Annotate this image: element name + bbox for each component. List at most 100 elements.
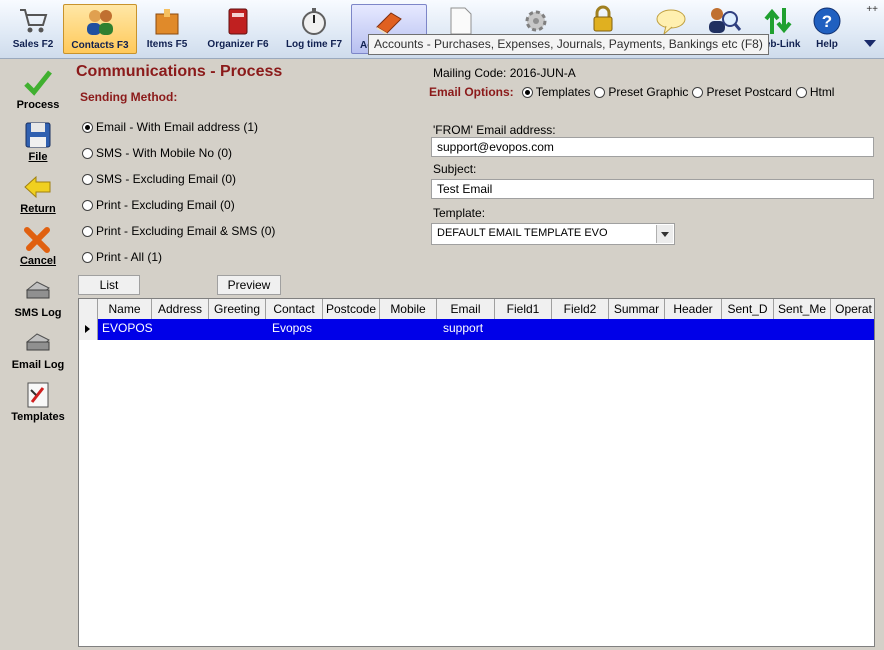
radio-button[interactable] xyxy=(594,86,606,98)
email-option-html[interactable]: Html xyxy=(795,85,835,99)
col-header-field1[interactable]: Field1 xyxy=(495,299,552,319)
user-search-icon[interactable] xyxy=(705,4,743,36)
radio-label: Preset Graphic xyxy=(608,85,689,99)
accounts-tooltip: Accounts - Purchases, Expenses, Journals… xyxy=(368,34,769,55)
mailing-code: Mailing Code: 2016-JUN-A xyxy=(433,66,576,80)
col-header-sent-method[interactable]: Sent_Me xyxy=(774,299,831,319)
stopwatch-icon xyxy=(302,8,326,35)
cancel-button[interactable]: Cancel xyxy=(2,222,74,272)
cell-email: support xyxy=(443,321,484,335)
email-option-preset-graphic[interactable]: Preset Graphic xyxy=(594,85,688,99)
toolbar-customize-marker[interactable]: ++ xyxy=(866,4,878,15)
col-header-name[interactable]: Name xyxy=(98,299,152,319)
subject-label: Subject: xyxy=(433,162,477,176)
col-header-address[interactable]: Address xyxy=(152,299,209,319)
toolbar-items-button[interactable]: Items F5 xyxy=(140,4,194,54)
toolbar-logtime-button[interactable]: Log time F7 xyxy=(284,4,344,54)
from-email-label: 'FROM' Email address: xyxy=(433,123,556,137)
chevron-down-icon[interactable] xyxy=(656,225,673,243)
sidebar-label: Email Log xyxy=(11,359,65,371)
sidebar-label: Process xyxy=(16,99,60,111)
speech-bubble-icon[interactable] xyxy=(654,6,688,36)
sms-log-button[interactable]: SMS Log xyxy=(2,274,74,324)
col-header-sent-date[interactable]: Sent_D xyxy=(722,299,774,319)
sending-option-print-all[interactable]: Print - All (1) xyxy=(82,249,162,265)
organizer-icon xyxy=(228,8,248,35)
file-button[interactable]: File xyxy=(2,118,74,168)
email-log-button[interactable]: Email Log xyxy=(2,326,74,376)
radio-label: Html xyxy=(809,85,835,99)
lock-icon[interactable] xyxy=(588,4,618,34)
radio-label: SMS - Excluding Email (0) xyxy=(96,172,237,186)
radio-button[interactable] xyxy=(82,251,93,263)
email-option-preset-postcard[interactable]: Preset Postcard xyxy=(692,85,792,99)
toolbar-contacts-button[interactable]: Contacts F3 xyxy=(63,4,137,54)
toolbar-label: Log time F7 xyxy=(285,39,343,50)
col-header-contact[interactable]: Contact xyxy=(266,299,323,319)
toolbar-overflow-icon[interactable] xyxy=(864,40,876,47)
email-option-templates[interactable]: Templates xyxy=(521,85,591,99)
templates-button[interactable]: Templates xyxy=(2,378,74,428)
list-button[interactable]: List xyxy=(78,275,140,295)
radio-button[interactable] xyxy=(82,147,93,159)
sending-option-sms-excl-email[interactable]: SMS - Excluding Email (0) xyxy=(82,171,236,187)
col-header-greeting[interactable]: Greeting xyxy=(209,299,266,319)
col-header-operator[interactable]: Operat xyxy=(831,299,874,319)
email-options-label: Email Options: xyxy=(429,85,514,99)
template-select[interactable]: DEFAULT EMAIL TEMPLATE EVO xyxy=(431,223,675,245)
radio-button[interactable] xyxy=(82,173,93,185)
document-icon[interactable] xyxy=(447,6,475,36)
process-button[interactable]: Process xyxy=(2,66,74,116)
template-icon xyxy=(27,382,49,408)
gear-icon[interactable] xyxy=(520,6,552,36)
sending-option-sms-mobile[interactable]: SMS - With Mobile No (0) xyxy=(82,145,232,161)
page-title: Communications - Process xyxy=(76,63,283,80)
toolbar-label: Help xyxy=(816,39,838,50)
arrows-icon xyxy=(764,8,792,34)
svg-text:?: ? xyxy=(822,12,832,31)
sidebar-label: Return xyxy=(20,203,56,215)
email-options: Email Options: Templates Preset Graphic … xyxy=(429,84,838,100)
template-label: Template: xyxy=(433,206,486,220)
printer-icon xyxy=(26,281,50,299)
return-button[interactable]: Return xyxy=(2,170,74,220)
radio-label: Preset Postcard xyxy=(706,85,792,99)
col-header-header[interactable]: Header xyxy=(665,299,722,319)
col-header-mobile[interactable]: Mobile xyxy=(380,299,437,319)
toolbar-label: Sales F2 xyxy=(12,39,54,50)
radio-button[interactable] xyxy=(82,225,93,237)
radio-label: SMS - With Mobile No (0) xyxy=(96,146,233,160)
radio-button[interactable] xyxy=(795,86,807,98)
help-icon: ? xyxy=(813,7,841,35)
radio-button[interactable] xyxy=(82,199,93,211)
recipients-grid[interactable]: Name Address Greeting Contact Postcode M… xyxy=(78,298,875,647)
box-icon xyxy=(155,9,179,35)
toolbar-sales-button[interactable]: Sales F2 xyxy=(6,4,60,54)
col-header-field2[interactable]: Field2 xyxy=(552,299,609,319)
sending-option-email[interactable]: Email - With Email address (1) xyxy=(82,119,258,135)
radio-button[interactable] xyxy=(521,86,533,98)
toolbar-organizer-button[interactable]: Organizer F6 xyxy=(204,4,272,54)
col-header-postcode[interactable]: Postcode xyxy=(323,299,380,319)
col-header-summary[interactable]: Summar xyxy=(609,299,665,319)
preview-button[interactable]: Preview xyxy=(217,275,281,295)
radio-label: Templates xyxy=(535,85,591,99)
back-arrow-icon xyxy=(24,175,51,199)
sidebar-label: Templates xyxy=(11,411,65,423)
sending-option-print-excl-email-sms[interactable]: Print - Excluding Email & SMS (0) xyxy=(82,223,275,239)
radio-button[interactable] xyxy=(692,86,704,98)
checkmark-icon xyxy=(24,70,52,96)
col-header-email[interactable]: Email xyxy=(437,299,495,319)
subject-input[interactable]: Test Email xyxy=(431,179,874,199)
toolbar-help-button[interactable]: ? Help xyxy=(806,4,848,54)
radio-label: Print - Excluding Email (0) xyxy=(96,198,235,212)
row-selector-icon[interactable] xyxy=(79,319,98,340)
sidebar-label: SMS Log xyxy=(14,307,62,319)
sending-method-label: Sending Method: xyxy=(80,90,178,104)
table-row[interactable]: EVOPOS Evopos support xyxy=(79,319,874,340)
sending-option-print-excl-email[interactable]: Print - Excluding Email (0) xyxy=(82,197,235,213)
from-email-input[interactable]: support@evopos.com xyxy=(431,137,874,157)
radio-button[interactable] xyxy=(82,121,93,133)
grid-corner xyxy=(79,299,98,319)
printer-icon xyxy=(26,333,50,351)
